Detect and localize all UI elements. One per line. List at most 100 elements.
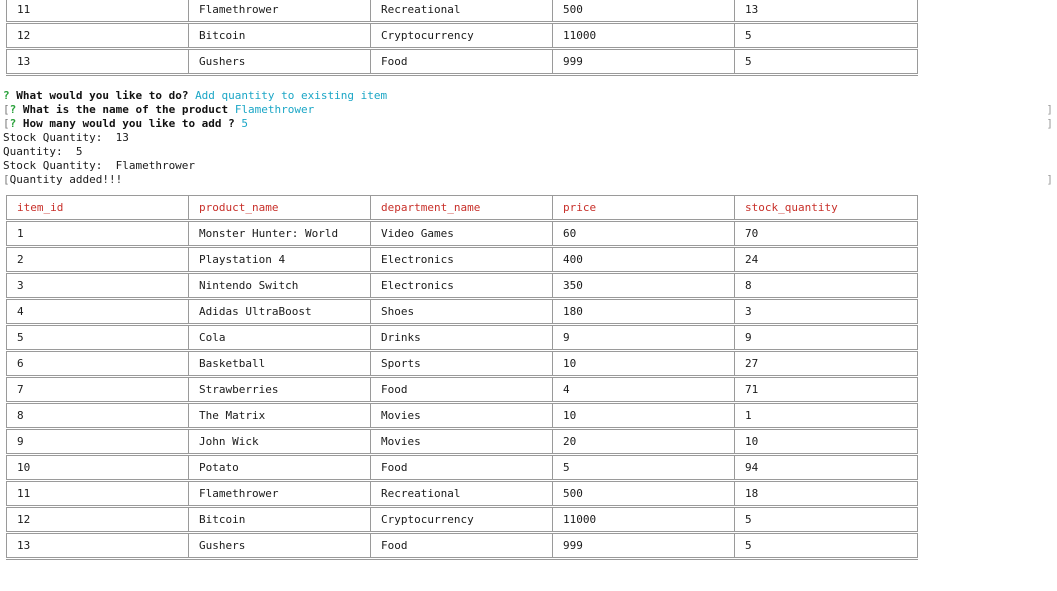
- table-row: 9 John Wick Movies 20 10: [6, 428, 918, 456]
- line-edge-bracket: ]: [1046, 103, 1053, 116]
- cell-department-name: Electronics: [370, 272, 553, 300]
- cell-item-id: 5: [6, 324, 189, 352]
- cell-price: 4: [552, 376, 735, 404]
- question-product-name: What is the name of the product: [22, 103, 229, 116]
- products-table-head: item_id product_name department_name price s…: [6, 195, 918, 222]
- cell-department-name: Cryptocurrency: [370, 22, 553, 50]
- cell-product-name: Strawberries: [188, 376, 371, 404]
- cell-product-name: Playstation 4: [188, 246, 371, 274]
- cell-price: 10: [552, 402, 735, 430]
- output-quantity-added: [Quantity added!!!]: [3, 173, 1053, 187]
- cell-stock-quantity: 71: [734, 376, 918, 404]
- cell-stock-quantity: 10: [734, 428, 918, 456]
- cell-item-id: 13: [6, 48, 189, 76]
- cell-product-name: The Matrix: [188, 402, 371, 430]
- cell-stock-quantity: 24: [734, 246, 918, 274]
- table-row: 13 Gushers Food 999 5: [6, 532, 918, 560]
- table-row: 10 Potato Food 5 94: [6, 454, 918, 482]
- cell-product-name: Gushers: [188, 48, 371, 76]
- products-table: item_id product_name department_name price s…: [6, 195, 918, 560]
- prompt-marker: ?: [9, 103, 17, 116]
- cell-stock-quantity: 94: [734, 454, 918, 482]
- cell-product-name: Flamethrower: [188, 480, 371, 508]
- cell-product-name: Basketball: [188, 350, 371, 378]
- cell-department-name: Sports: [370, 350, 553, 378]
- cell-department-name: Recreational: [370, 480, 553, 508]
- cell-item-id: 9: [6, 428, 189, 456]
- cell-price: 10: [552, 350, 735, 378]
- prompt-line-quantity: [? How many would you like to add ? 5]: [3, 117, 1053, 131]
- cell-stock-quantity: 18: [734, 480, 918, 508]
- table-row: 8 The Matrix Movies 10 1: [6, 402, 918, 430]
- cell-product-name: John Wick: [188, 428, 371, 456]
- cell-price: 500: [552, 480, 735, 508]
- cell-item-id: 11: [6, 480, 189, 508]
- cell-item-id: 3: [6, 272, 189, 300]
- column-header-department-name: department_name: [370, 195, 553, 222]
- cell-department-name: Movies: [370, 428, 553, 456]
- answer-product-name: Flamethrower: [234, 103, 315, 116]
- table-row: 5 Cola Drinks 9 9: [6, 324, 918, 352]
- table-row: 12 Bitcoin Cryptocurrency 11000 5: [6, 506, 918, 534]
- cell-department-name: Shoes: [370, 298, 553, 326]
- table-row: 11 Flamethrower Recreational 500 13: [6, 0, 918, 24]
- output-stock-quantity: Stock Quantity: 13: [3, 131, 129, 144]
- cell-department-name: Food: [370, 454, 553, 482]
- cell-price: 180: [552, 298, 735, 326]
- table-header-row: item_id product_name department_name price s…: [6, 195, 918, 222]
- cell-price: 400: [552, 246, 735, 274]
- cell-item-id: 6: [6, 350, 189, 378]
- cell-product-name: Gushers: [188, 532, 371, 560]
- cell-price: 999: [552, 48, 735, 76]
- cell-department-name: Movies: [370, 402, 553, 430]
- cell-product-name: Cola: [188, 324, 371, 352]
- cell-product-name: Flamethrower: [188, 0, 371, 24]
- cell-item-id: 1: [6, 220, 189, 248]
- cell-department-name: Food: [370, 48, 553, 76]
- cell-stock-quantity: 1: [734, 402, 918, 430]
- output-quantity: Quantity: 5: [3, 145, 83, 158]
- cell-product-name: Potato: [188, 454, 371, 482]
- column-header-product-name: product_name: [188, 195, 371, 222]
- cell-stock-quantity: 5: [734, 506, 918, 534]
- cell-stock-quantity: 27: [734, 350, 918, 378]
- cell-product-name: Monster Hunter: World: [188, 220, 371, 248]
- products-table-body: 1 Monster Hunter: World Video Games 60 70 2 Pl…: [6, 220, 918, 560]
- answer-action: Add quantity to existing item: [195, 89, 388, 102]
- line-edge-bracket: ]: [1046, 117, 1053, 130]
- cell-price: 500: [552, 0, 735, 24]
- question-quantity: How many would you like to add ?: [22, 117, 235, 130]
- column-header-price: price: [552, 195, 735, 222]
- cell-stock-quantity: 5: [734, 532, 918, 560]
- cell-stock-quantity: 8: [734, 272, 918, 300]
- prompt-line-action: ? What would you like to do? Add quantit…: [3, 89, 1053, 103]
- table-row: 12 Bitcoin Cryptocurrency 11000 5: [6, 22, 918, 50]
- cell-product-name: Bitcoin: [188, 22, 371, 50]
- cell-department-name: Food: [370, 376, 553, 404]
- table-row: 3 Nintendo Switch Electronics 350 8: [6, 272, 918, 300]
- table-row: 13 Gushers Food 999 5: [6, 48, 918, 76]
- line-bracket: [: [3, 173, 10, 186]
- cell-department-name: Cryptocurrency: [370, 506, 553, 534]
- line-bracket: [: [3, 117, 10, 130]
- cell-item-id: 4: [6, 298, 189, 326]
- table-row: 1 Monster Hunter: World Video Games 60 70: [6, 220, 918, 248]
- cell-item-id: 13: [6, 532, 189, 560]
- line-bracket: [: [3, 103, 10, 116]
- prompt-marker: ?: [3, 89, 10, 102]
- cell-price: 5: [552, 454, 735, 482]
- cell-price: 11000: [552, 22, 735, 50]
- cell-item-id: 7: [6, 376, 189, 404]
- prompt-line-product-name: [? What is the name of the product Flame…: [3, 103, 1053, 117]
- cell-item-id: 8: [6, 402, 189, 430]
- terminal-output: ? What would you like to do? Add quantit…: [3, 89, 1053, 187]
- cell-stock-quantity: 13: [734, 0, 918, 24]
- cell-item-id: 10: [6, 454, 189, 482]
- cell-price: 999: [552, 532, 735, 560]
- cell-department-name: Electronics: [370, 246, 553, 274]
- cell-stock-quantity: 70: [734, 220, 918, 248]
- question-action: What would you like to do?: [16, 89, 189, 102]
- cell-item-id: 12: [6, 22, 189, 50]
- table-row: 7 Strawberries Food 4 71: [6, 376, 918, 404]
- cell-stock-quantity: 5: [734, 48, 918, 76]
